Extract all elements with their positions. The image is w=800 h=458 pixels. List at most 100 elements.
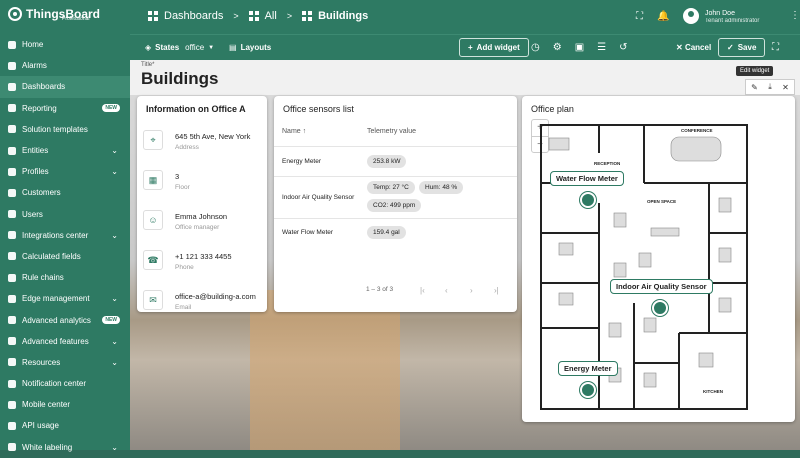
- table-row[interactable]: Energy Meter 253.8 kW: [274, 146, 517, 176]
- sidebar-item-reporting[interactable]: Reporting NEW: [0, 98, 130, 119]
- sidebar-item-integrations-center[interactable]: Integrations center ⌄: [0, 225, 130, 246]
- nav-icon: [8, 188, 16, 197]
- user-menu[interactable]: John Doe Tenant administrator: [683, 8, 759, 24]
- sidebar-item-label: Edge management: [22, 294, 90, 304]
- new-badge: NEW: [102, 316, 120, 325]
- info-value: office-a@building-a.com: [175, 292, 256, 301]
- breadcrumb-dashboards[interactable]: Dashboards: [164, 10, 223, 22]
- breadcrumb: Dashboards > All > Buildings: [148, 10, 368, 22]
- next-page-icon[interactable]: ›: [470, 286, 473, 295]
- breadcrumb-all[interactable]: All: [265, 10, 277, 22]
- info-label: Email: [175, 304, 192, 311]
- air-quality-pin-icon[interactable]: [652, 300, 668, 316]
- sidebar-item-entities[interactable]: Entities ⌄: [0, 140, 130, 161]
- map-marker-air-quality-sensor[interactable]: Indoor Air Quality Sensor: [610, 279, 713, 294]
- sidebar-item-users[interactable]: Users: [0, 204, 130, 225]
- aliases-icon[interactable]: ▣: [575, 42, 584, 53]
- fullscreen-icon[interactable]: ⛶: [636, 11, 643, 22]
- nav-icon: [8, 252, 16, 261]
- page-title[interactable]: Buildings: [141, 69, 218, 89]
- more-vert-icon[interactable]: ⋮: [790, 10, 800, 21]
- room-label-open-space: OPEN SPACE: [647, 199, 676, 204]
- info-row: ✉ office-a@building-a.com Email: [143, 290, 267, 312]
- sidebar-item-label: Notification center: [22, 379, 87, 389]
- sidebar-item-label: Profiles: [22, 167, 49, 177]
- water-drop-pin-icon[interactable]: [580, 192, 596, 208]
- sidebar-item-dashboards[interactable]: Dashboards: [0, 76, 130, 98]
- sidebar-item-label: Calculated fields: [22, 251, 81, 261]
- dashboard-toolbar: ◈ States office ▼ ▤ Layouts + Add widget…: [130, 34, 800, 60]
- states-selector[interactable]: ◈ States office ▼: [145, 43, 214, 52]
- location-pin-icon: ⌖: [143, 130, 163, 150]
- download-icon[interactable]: ⤓: [768, 82, 772, 92]
- sort-arrow-up-icon: ↑: [302, 128, 307, 135]
- layouts-button[interactable]: ▤ Layouts: [229, 43, 271, 52]
- info-label: Phone: [175, 264, 194, 271]
- history-icon[interactable]: ↺: [619, 42, 627, 53]
- room-label-conference: CONFERENCE: [681, 128, 713, 133]
- sidebar-item-calculated-fields[interactable]: Calculated fields: [0, 246, 130, 267]
- clock-icon[interactable]: ◷: [531, 42, 540, 53]
- sidebar-item-notification-center[interactable]: Notification center: [0, 373, 130, 394]
- sidebar-item-api-usage[interactable]: API usage: [0, 415, 130, 436]
- cancel-label: Cancel: [684, 43, 712, 52]
- chevron-down-icon: ⌄: [111, 336, 118, 346]
- edit-pencil-icon[interactable]: ✎: [751, 83, 758, 92]
- column-name[interactable]: Name ↑: [282, 128, 306, 135]
- sidebar-item-home[interactable]: Home: [0, 34, 130, 55]
- sidebar-item-mobile-center[interactable]: Mobile center: [0, 394, 130, 415]
- sidebar-item-label: Reporting: [22, 103, 57, 113]
- table-row[interactable]: Water Flow Meter 159.4 gal: [274, 218, 517, 246]
- first-page-icon[interactable]: |‹: [420, 286, 425, 295]
- info-label: Office manager: [175, 224, 220, 231]
- check-icon: ✓: [727, 43, 734, 52]
- breadcrumb-separator-icon: >: [233, 11, 239, 21]
- map-marker-water-flow-meter[interactable]: Water Flow Meter: [550, 171, 624, 186]
- nav-icon: [8, 400, 16, 409]
- floor-icon: ▦: [143, 170, 163, 190]
- notifications-bell-icon[interactable]: 🔔: [657, 11, 669, 22]
- sidebar-item-rule-chains[interactable]: Rule chains: [0, 267, 130, 288]
- chevron-down-icon: ⌄: [111, 442, 118, 452]
- add-widget-label: Add widget: [476, 43, 520, 52]
- nav-icon: [8, 40, 16, 49]
- sidebar-item-edge-management[interactable]: Edge management ⌄: [0, 288, 130, 309]
- save-button[interactable]: ✓ Save: [718, 38, 766, 57]
- sidebar-item-customers[interactable]: Customers: [0, 182, 130, 203]
- nav-icon: [8, 273, 16, 282]
- settings-gear-icon[interactable]: ⚙: [553, 42, 562, 53]
- expand-icon[interactable]: ⛶: [772, 42, 779, 53]
- telemetry-chip: 253.8 kW: [367, 155, 407, 168]
- sidebar-item-solution-templates[interactable]: Solution templates: [0, 119, 130, 140]
- sidebar-item-resources[interactable]: Resources ⌄: [0, 352, 130, 373]
- cancel-button[interactable]: ✕ Cancel: [676, 43, 711, 52]
- sensor-name: Energy Meter: [282, 158, 322, 165]
- energy-pin-icon[interactable]: [580, 382, 596, 398]
- close-icon[interactable]: ✕: [782, 83, 789, 92]
- table-row[interactable]: Indoor Air Quality Sensor Temp: 27 °C Hum:…: [274, 176, 517, 218]
- close-icon: ✕: [676, 43, 683, 52]
- prev-page-icon[interactable]: ‹: [445, 286, 448, 295]
- nav-icon: [8, 210, 16, 219]
- states-label: States: [155, 43, 180, 52]
- sidebar-item-label: Advanced features: [22, 336, 89, 346]
- nav-icon: [8, 104, 16, 113]
- sidebar-item-label: Solution templates: [22, 124, 88, 134]
- sidebar-item-alarms[interactable]: Alarms: [0, 55, 130, 76]
- sidebar-item-profiles[interactable]: Profiles ⌄: [0, 161, 130, 182]
- sidebar-item-label: API usage: [22, 421, 59, 431]
- sidebar-item-label: Integrations center: [22, 230, 89, 240]
- nav-icon: [8, 316, 16, 325]
- add-widget-button[interactable]: + Add widget: [459, 38, 529, 57]
- map-marker-energy-meter[interactable]: Energy Meter: [558, 361, 618, 376]
- last-page-icon[interactable]: ›|: [494, 286, 499, 295]
- widget-title: Information on Office A: [146, 104, 246, 114]
- sidebar-item-advanced-features[interactable]: Advanced features ⌄: [0, 331, 130, 352]
- sidebar-item-white-labeling[interactable]: White labeling ⌄: [0, 437, 130, 458]
- info-value: 3: [175, 172, 180, 181]
- filter-icon[interactable]: ☰: [597, 42, 606, 53]
- top-bar: ThingsBoard Professional Dashboards > Al…: [0, 0, 800, 34]
- sensors-list-widget: Office sensors list Name ↑ Telemetry val…: [274, 96, 517, 312]
- nav-icon: [8, 231, 16, 240]
- sidebar-item-advanced-analytics[interactable]: Advanced analytics NEW: [0, 309, 130, 330]
